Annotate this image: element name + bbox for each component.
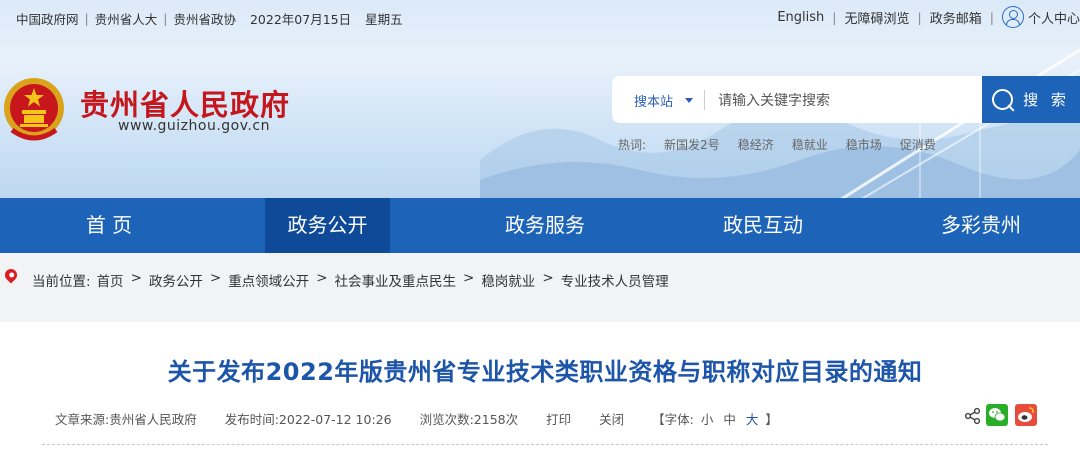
divider	[42, 444, 1048, 445]
hot-word[interactable]: 新国发2号	[664, 136, 720, 153]
close-link[interactable]: 关闭	[599, 409, 624, 428]
share-icon[interactable]	[964, 407, 982, 425]
current-date: 2022年07月15日	[249, 12, 352, 27]
search-scope-select[interactable]: 搜本站	[634, 91, 694, 110]
breadcrumb-item[interactable]: 首页	[97, 270, 124, 290]
divider: |	[832, 9, 837, 25]
breadcrumb-item[interactable]: 专业技术人员管理	[561, 270, 669, 290]
search-button-label: 搜 索	[1023, 91, 1070, 109]
english-link[interactable]: English	[777, 10, 824, 25]
gov-mail-link[interactable]: 政务邮箱	[930, 8, 982, 27]
article-meta: 文章来源:贵州省人民政府 发布时间:2022-07-12 10:26 浏览次数:…	[55, 409, 778, 428]
user-icon[interactable]	[1001, 6, 1024, 28]
nav-interaction[interactable]: 政民互动	[701, 198, 825, 253]
chevron-right-icon: >	[130, 270, 142, 286]
search-bar: 搜本站 搜 索	[612, 76, 1080, 123]
hot-word[interactable]: 稳经济	[738, 136, 774, 153]
font-size-end: 】	[765, 412, 778, 427]
article-publish-time: 发布时间:2022-07-12 10:26	[224, 412, 392, 427]
hot-word[interactable]: 稳就业	[792, 136, 828, 153]
user-center-link[interactable]: 个人中心	[1028, 8, 1080, 27]
chevron-down-icon	[685, 98, 694, 103]
search-scope-label: 搜本站	[634, 95, 674, 110]
chevron-right-icon: >	[316, 270, 328, 286]
hot-word[interactable]: 稳市场	[846, 136, 882, 153]
font-size-control: 【字体: 小 中 大 】	[652, 409, 778, 428]
search-icon	[992, 89, 1014, 110]
breadcrumb: 当前位置: 首页 > 政务公开 > 重点领域公开 > 社会事业及重点民生 > 稳…	[0, 253, 1080, 303]
breadcrumb-item[interactable]: 社会事业及重点民生	[335, 270, 457, 290]
search-box: 搜本站	[612, 76, 982, 123]
chevron-right-icon: >	[542, 270, 554, 286]
divider	[704, 90, 705, 110]
current-weekday: 星期五	[365, 12, 403, 27]
divider: |	[163, 11, 168, 26]
article-views: 浏览次数:2158次	[419, 412, 519, 427]
chevron-right-icon: >	[463, 270, 475, 286]
divider: |	[84, 11, 89, 26]
weibo-icon[interactable]	[1015, 404, 1037, 426]
hot-word[interactable]: 促消费	[900, 136, 936, 153]
search-button[interactable]: 搜 索	[982, 76, 1080, 123]
article-source: 文章来源:贵州省人民政府	[55, 412, 197, 427]
breadcrumb-item[interactable]: 稳岗就业	[481, 270, 535, 290]
font-size-label: 【字体:	[652, 412, 694, 427]
chevron-right-icon: >	[209, 270, 222, 286]
hot-words-label: 热词:	[618, 138, 647, 152]
national-emblem-logo	[4, 78, 64, 141]
nav-colorful-guizhou[interactable]: 多彩贵州	[919, 198, 1043, 253]
accessibility-link[interactable]: 无障碍浏览	[845, 8, 910, 27]
hot-words: 热词: 新国发2号 稳经济 稳就业 稳市场 促消费	[618, 136, 954, 153]
top-utility-bar: 中国政府网 | 贵州省人大 | 贵州省政协 2022年07月15日 星期五 En…	[0, 0, 1080, 34]
link-provincial-congress[interactable]: 贵州省人大	[95, 9, 158, 28]
divider: |	[917, 9, 922, 25]
nav-gov-affairs-open[interactable]: 政务公开	[265, 198, 390, 253]
divider: |	[989, 9, 994, 25]
breadcrumb-item[interactable]: 重点领域公开	[228, 270, 309, 290]
location-pin-icon	[2, 266, 20, 284]
breadcrumb-item[interactable]: 政务公开	[149, 270, 203, 290]
main-nav: 首 页 政务公开 政务服务 政民互动 多彩贵州	[0, 198, 1080, 253]
breadcrumb-label: 当前位置:	[32, 274, 91, 290]
wechat-icon[interactable]	[986, 404, 1008, 426]
site-url: www.guizhou.gov.cn	[118, 118, 270, 134]
article-title: 关于发布2022年版贵州省专业技术类职业资格与职称对应目录的通知	[167, 358, 923, 386]
print-link[interactable]: 打印	[546, 409, 571, 428]
font-size-medium[interactable]: 中	[723, 412, 736, 427]
link-gov-cn[interactable]: 中国政府网	[16, 9, 79, 28]
font-size-large[interactable]: 大	[746, 412, 759, 427]
nav-home[interactable]: 首 页	[47, 198, 171, 253]
nav-gov-services[interactable]: 政务服务	[483, 198, 607, 253]
font-size-small[interactable]: 小	[701, 412, 714, 427]
link-cppcc[interactable]: 贵州省政协	[173, 9, 236, 28]
article-card: 关于发布2022年版贵州省专业技术类职业资格与职称对应目录的通知 文章来源:贵州…	[0, 322, 1080, 460]
header-banner: 中国政府网 | 贵州省人大 | 贵州省政协 2022年07月15日 星期五 En…	[0, 0, 1080, 198]
search-input[interactable]	[716, 89, 970, 113]
